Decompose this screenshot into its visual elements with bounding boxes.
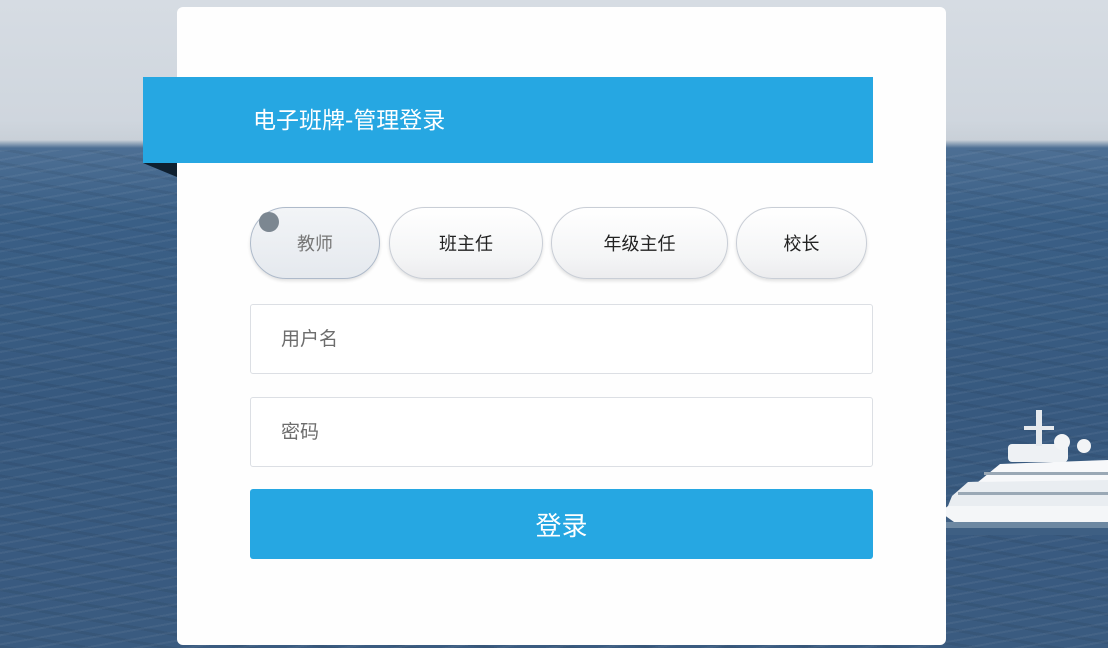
page-title: 电子班牌-管理登录 — [253, 108, 446, 134]
radio-selected-icon — [259, 212, 279, 232]
role-option-principal[interactable]: 校长 — [736, 207, 867, 279]
role-option-grade-director[interactable]: 年级主任 — [551, 207, 728, 279]
role-label: 校长 — [783, 234, 820, 255]
role-option-head-teacher[interactable]: 班主任 — [389, 207, 543, 279]
username-input[interactable] — [250, 304, 873, 374]
role-label: 教师 — [297, 234, 333, 255]
role-option-teacher[interactable]: 教师 — [250, 207, 380, 279]
role-label: 班主任 — [439, 234, 493, 255]
password-input[interactable] — [250, 397, 873, 467]
role-label: 年级主任 — [603, 234, 676, 255]
yacht-image — [938, 410, 1108, 535]
ribbon-fold — [143, 163, 177, 177]
login-button[interactable]: 登录 — [250, 489, 873, 559]
